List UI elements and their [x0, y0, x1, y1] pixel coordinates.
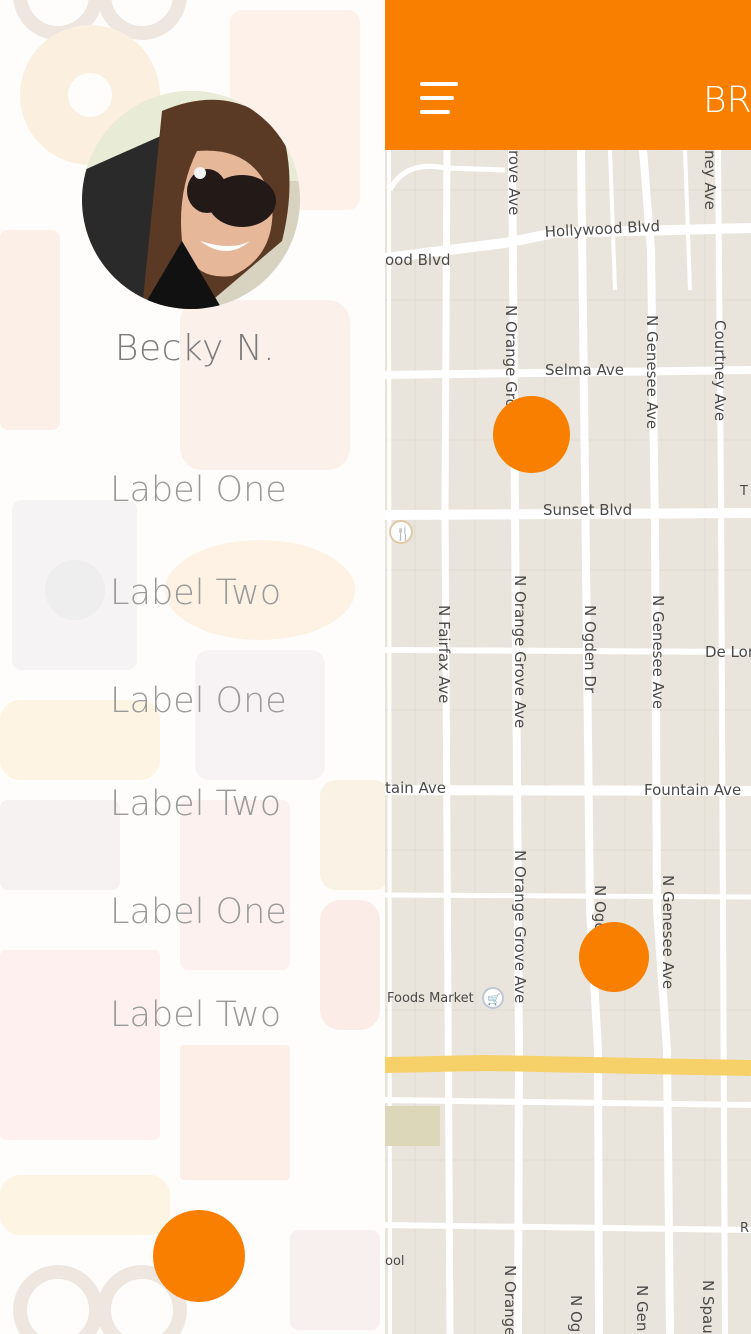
- map-marker-2[interactable]: [579, 922, 649, 992]
- drawer-action-button[interactable]: [153, 1210, 245, 1302]
- navigation-drawer: Becky N. Label One Label Two Label One L…: [0, 0, 385, 1334]
- svg-text:🛒: 🛒: [487, 993, 501, 1006]
- menu-item-label-one-2[interactable]: Label One: [110, 671, 350, 731]
- menu-item-label-two-2[interactable]: Label Two: [110, 774, 350, 834]
- menu-item-label-two-3[interactable]: Label Two: [110, 985, 350, 1045]
- profile-photo: [82, 91, 300, 309]
- street-label-spaulding: N Spau: [699, 1280, 717, 1334]
- menu-item-label-one-3[interactable]: Label One: [110, 882, 350, 942]
- street-label-ogden: N Ogden Dr: [581, 605, 599, 694]
- app-bar: BRA: [385, 0, 751, 150]
- street-label-de-long: De Lon: [705, 643, 751, 661]
- street-label-hollywood-left: ood Blvd: [385, 251, 451, 269]
- menu-item-label-two-1[interactable]: Label Two: [110, 563, 350, 623]
- street-label-fountain: Fountain Ave: [644, 781, 741, 799]
- map-view[interactable]: Hollywood Blvd ood Blvd Selma Ave Sunset…: [385, 150, 751, 1334]
- street-label-orange-grove-mid: N Orange Grove Ave: [511, 575, 529, 728]
- map-marker-1[interactable]: [493, 396, 570, 473]
- street-label-genesee-bottom: N Gen: [633, 1285, 651, 1331]
- street-label-orange-grove-top: N Orange Gro: [502, 305, 520, 408]
- street-label-genesee-low: N Genesee Ave: [659, 875, 677, 989]
- street-label-orange-grove-bottom: N Orange: [501, 1265, 519, 1334]
- street-label-ney-top: ney Ave: [701, 150, 719, 210]
- street-label-r: R: [740, 1221, 749, 1236]
- street-label-courtney: Courtney Ave: [711, 320, 729, 421]
- avatar[interactable]: [82, 91, 300, 309]
- app-title: BRA: [703, 80, 751, 121]
- street-label-selma: Selma Ave: [545, 361, 624, 379]
- street-label-orange-grove-low: N Orange Grove Ave: [511, 850, 529, 1003]
- street-label-sunset: Sunset Blvd: [543, 501, 632, 519]
- place-label-pool: ool: [385, 1254, 405, 1269]
- main-content: BRA: [385, 0, 751, 1334]
- street-label-ogden-bottom: N Og: [567, 1295, 585, 1332]
- street-label-grove-top: rove Ave: [505, 150, 523, 215]
- place-label-foods-market: Foods Market: [387, 991, 474, 1006]
- user-name: Becky N.: [114, 328, 276, 369]
- street-label-genesee-mid: N Genesee Ave: [649, 595, 667, 709]
- menu-item-label-one-1[interactable]: Label One: [110, 460, 350, 520]
- street-label-genesee-top: N Genesee Ave: [643, 315, 661, 429]
- hamburger-icon[interactable]: [420, 82, 458, 116]
- street-label-fountain-left: tain Ave: [385, 779, 446, 797]
- street-label-t: T: [739, 484, 748, 499]
- svg-text:🍴: 🍴: [395, 526, 411, 542]
- street-label-fairfax: N Fairfax Ave: [435, 605, 453, 703]
